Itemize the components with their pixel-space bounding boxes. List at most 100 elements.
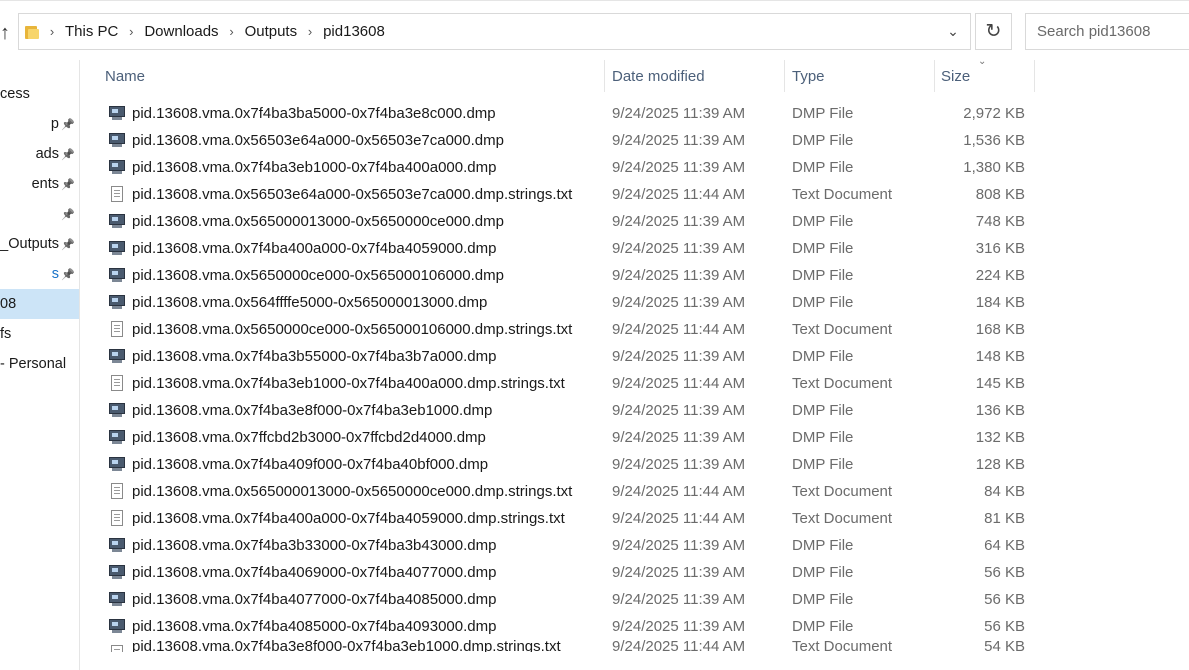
file-size: 84 KB xyxy=(984,483,1025,500)
file-size: 81 KB xyxy=(984,510,1025,527)
dmp-file-icon xyxy=(108,456,126,472)
file-date-modified: 9/24/2025 11:39 AM xyxy=(612,105,746,122)
nav-item-label: ads xyxy=(35,146,59,162)
file-name: pid.13608.vma.0x7f4ba4085000-0x7f4ba4093… xyxy=(132,618,497,635)
file-date-modified: 9/24/2025 11:39 AM xyxy=(612,267,746,284)
nav-item[interactable]: - Personal xyxy=(0,349,79,379)
breadcrumb-this-pc[interactable]: This PC xyxy=(65,23,118,40)
file-type: DMP File xyxy=(792,402,854,419)
file-date-modified: 9/24/2025 11:39 AM xyxy=(612,618,746,635)
address-bar[interactable]: › This PC › Downloads › Outputs › pid136… xyxy=(18,13,971,50)
file-row[interactable]: pid.13608.vma.0x564ffffe5000-0x565000013… xyxy=(98,289,1038,316)
dmp-file-icon xyxy=(108,213,126,229)
file-type: Text Document xyxy=(792,321,893,338)
column-divider[interactable] xyxy=(1034,60,1035,92)
pin-icon: 📌 xyxy=(61,178,75,191)
refresh-button[interactable]: ↻ xyxy=(975,13,1012,50)
file-date-modified: 9/24/2025 11:39 AM xyxy=(612,564,746,581)
nav-item[interactable]: cess xyxy=(0,79,79,109)
file-size: 2,972 KB xyxy=(963,105,1025,122)
chevron-right-icon[interactable]: › xyxy=(297,24,323,39)
column-header-name[interactable]: Name xyxy=(105,60,145,92)
file-row[interactable]: pid.13608.vma.0x56503e64a000-0x56503e7ca… xyxy=(98,181,1038,208)
nav-item[interactable]: 08 xyxy=(0,289,79,319)
search-box[interactable] xyxy=(1025,13,1189,50)
dmp-file-icon xyxy=(108,159,126,175)
nav-item[interactable]: s 📌 xyxy=(0,259,79,289)
file-row[interactable]: pid.13608.vma.0x7f4ba400a000-0x7f4ba4059… xyxy=(98,235,1038,262)
nav-item[interactable]: fs xyxy=(0,319,79,349)
file-date-modified: 9/24/2025 11:39 AM xyxy=(612,132,746,149)
chevron-right-icon[interactable]: › xyxy=(219,24,245,39)
file-row[interactable]: pid.13608.vma.0x7f4ba400a000-0x7f4ba4059… xyxy=(98,505,1038,532)
file-date-modified: 9/24/2025 11:39 AM xyxy=(612,240,746,257)
file-row[interactable]: pid.13608.vma.0x7f4ba4085000-0x7f4ba4093… xyxy=(98,613,1038,640)
chevron-right-icon[interactable]: › xyxy=(118,24,144,39)
column-divider[interactable] xyxy=(934,60,935,92)
file-name: pid.13608.vma.0x56503e64a000-0x56503e7ca… xyxy=(132,186,573,203)
file-size: 56 KB xyxy=(984,564,1025,581)
nav-item[interactable]: ents 📌 xyxy=(0,169,79,199)
file-row[interactable]: pid.13608.vma.0x5650000ce000-0x565000106… xyxy=(98,316,1038,343)
file-date-modified: 9/24/2025 11:39 AM xyxy=(612,348,746,365)
breadcrumb-outputs[interactable]: Outputs xyxy=(245,23,298,40)
file-row[interactable]: pid.13608.vma.0x565000013000-0x5650000ce… xyxy=(98,208,1038,235)
dmp-file-icon xyxy=(108,240,126,256)
file-date-modified: 9/24/2025 11:39 AM xyxy=(612,456,746,473)
file-size: 316 KB xyxy=(975,240,1025,257)
file-date-modified: 9/24/2025 11:39 AM xyxy=(612,294,746,311)
file-name: pid.13608.vma.0x7f4ba4077000-0x7f4ba4085… xyxy=(132,591,497,608)
file-name: pid.13608.vma.0x7f4ba409f000-0x7f4ba40bf… xyxy=(132,456,489,473)
column-header-date-modified[interactable]: Date modified xyxy=(612,60,705,92)
file-row[interactable]: pid.13608.vma.0x7f4ba3ba5000-0x7f4ba3e8c… xyxy=(98,100,1038,127)
search-input[interactable] xyxy=(1035,22,1189,41)
file-type: DMP File xyxy=(792,618,854,635)
file-row[interactable]: pid.13608.vma.0x7f4ba3eb1000-0x7f4ba400a… xyxy=(98,154,1038,181)
nav-item[interactable]: p 📌 xyxy=(0,109,79,139)
nav-item[interactable]: ads 📌 xyxy=(0,139,79,169)
column-divider[interactable] xyxy=(604,60,605,92)
file-row[interactable]: pid.13608.vma.0x7f4ba3e8f000-0x7f4ba3eb1… xyxy=(98,640,1038,652)
breadcrumb-current-folder[interactable]: pid13608 xyxy=(323,23,385,40)
column-header-size[interactable]: Size xyxy=(941,60,970,92)
chevron-down-icon[interactable]: ⌄ xyxy=(936,14,970,49)
file-row[interactable]: pid.13608.vma.0x7f4ba3eb1000-0x7f4ba400a… xyxy=(98,370,1038,397)
navigation-pane: cess p 📌 ads 📌 ents 📌 📌 _Outputs 📌 s 📌 08 fs - Persona… xyxy=(0,60,80,670)
nav-item[interactable]: 📌 xyxy=(0,199,79,229)
file-size: 148 KB xyxy=(975,348,1025,365)
file-row[interactable]: pid.13608.vma.0x7ffcbd2b3000-0x7ffcbd2d4… xyxy=(98,424,1038,451)
file-row[interactable]: pid.13608.vma.0x7f4ba3b55000-0x7f4ba3b7a… xyxy=(98,343,1038,370)
chevron-right-icon[interactable]: › xyxy=(39,24,65,39)
file-row[interactable]: pid.13608.vma.0x7f4ba4069000-0x7f4ba4077… xyxy=(98,559,1038,586)
file-row[interactable]: pid.13608.vma.0x565000013000-0x5650000ce… xyxy=(98,478,1038,505)
breadcrumb-downloads[interactable]: Downloads xyxy=(144,23,218,40)
file-row[interactable]: pid.13608.vma.0x7f4ba3e8f000-0x7f4ba3eb1… xyxy=(98,397,1038,424)
nav-item-label: s xyxy=(51,266,59,282)
file-row[interactable]: pid.13608.vma.0x56503e64a000-0x56503e7ca… xyxy=(98,127,1038,154)
file-size: 168 KB xyxy=(975,321,1025,338)
file-row[interactable]: pid.13608.vma.0x7f4ba3b33000-0x7f4ba3b43… xyxy=(98,532,1038,559)
file-type: DMP File xyxy=(792,294,854,311)
file-name: pid.13608.vma.0x7f4ba3eb1000-0x7f4ba400a… xyxy=(132,375,565,392)
file-size: 64 KB xyxy=(984,537,1025,554)
file-date-modified: 9/24/2025 11:44 AM xyxy=(612,483,746,500)
nav-item[interactable]: _Outputs 📌 xyxy=(0,229,79,259)
up-arrow-icon[interactable]: ↑ xyxy=(0,22,14,44)
nav-item-label: - Personal xyxy=(0,356,67,372)
dmp-file-icon xyxy=(108,618,126,634)
file-type: DMP File xyxy=(792,348,854,365)
file-type: DMP File xyxy=(792,213,854,230)
column-divider[interactable] xyxy=(784,60,785,92)
file-row[interactable]: pid.13608.vma.0x7f4ba4077000-0x7f4ba4085… xyxy=(98,586,1038,613)
file-type: DMP File xyxy=(792,537,854,554)
text-file-icon xyxy=(108,186,126,202)
text-file-icon xyxy=(108,483,126,499)
nav-item-label: p xyxy=(50,116,59,132)
file-name: pid.13608.vma.0x56503e64a000-0x56503e7ca… xyxy=(132,132,504,149)
column-header-type[interactable]: Type xyxy=(792,60,825,92)
file-row[interactable]: pid.13608.vma.0x5650000ce000-0x565000106… xyxy=(98,262,1038,289)
file-type: DMP File xyxy=(792,456,854,473)
file-row[interactable]: pid.13608.vma.0x7f4ba409f000-0x7f4ba40bf… xyxy=(98,451,1038,478)
text-file-icon xyxy=(108,375,126,391)
file-type: DMP File xyxy=(792,564,854,581)
